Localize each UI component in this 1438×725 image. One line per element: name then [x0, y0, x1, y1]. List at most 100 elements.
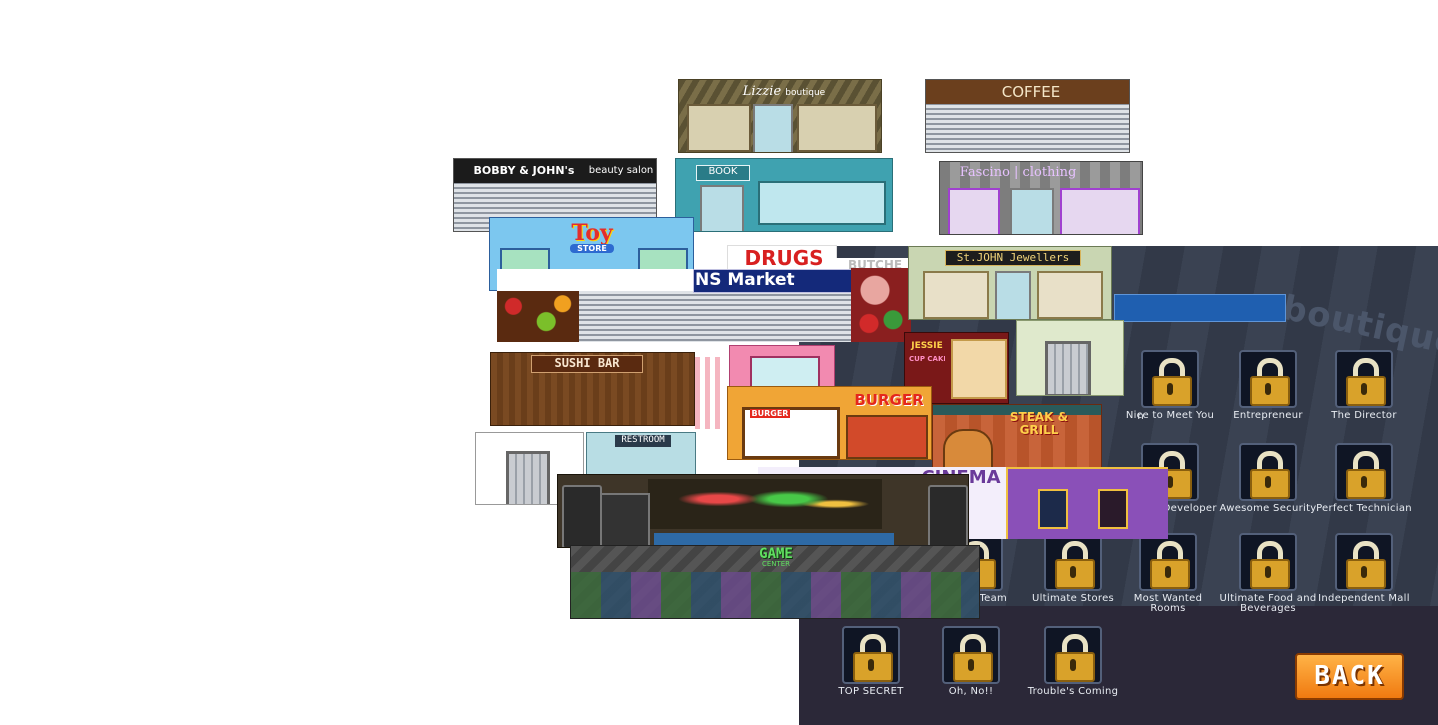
- achievement-label: TOP SECRET: [838, 686, 904, 697]
- shop-door: [995, 271, 1031, 319]
- lock-icon: [1239, 533, 1297, 591]
- shop-window: [948, 188, 1000, 234]
- shop-window: [846, 415, 928, 459]
- achievement-most-wanted-rooms[interactable]: Most Wanted Rooms: [1118, 533, 1218, 614]
- achievement-label: Entrepreneur: [1233, 410, 1303, 421]
- shop-window: [687, 104, 751, 152]
- store-sign-sub: STORE: [570, 244, 614, 253]
- shop-door: [943, 429, 993, 467]
- store-sign-sub: beauty salon: [588, 165, 654, 176]
- speaker-icon: [600, 493, 650, 547]
- achievement-ultimate-food[interactable]: Ultimate Food and Beverages: [1218, 533, 1318, 614]
- achievement-label: Awesome Security: [1219, 503, 1317, 514]
- achievement-perfect-technician[interactable]: Perfect Technician: [1314, 443, 1414, 514]
- store-sign: BOOK: [696, 165, 750, 181]
- store-sign: BURGER: [854, 391, 924, 409]
- lock-icon: [1335, 350, 1393, 408]
- lock-icon: [1335, 533, 1393, 591]
- fruit-display: [497, 291, 579, 342]
- shop-window: [758, 181, 886, 225]
- shop-window: [1060, 188, 1140, 234]
- achievement-independent-mall[interactable]: Independent Mall: [1314, 533, 1414, 604]
- achievement-label: Perfect Technician: [1316, 503, 1412, 514]
- store-sign-sub: CUP CAKES: [909, 355, 945, 363]
- shop-window: [951, 339, 1007, 399]
- lock-icon: [1141, 350, 1199, 408]
- coffee-store[interactable]: COFFEE: [925, 79, 1130, 153]
- achievement-label: Ultimate Food and Beverages: [1219, 593, 1317, 614]
- candy-store[interactable]: [729, 345, 835, 387]
- fascino-clothing-store[interactable]: Fascino | clothing: [939, 161, 1143, 235]
- ice-cream-store[interactable]: [695, 357, 725, 429]
- store-sign: Fascino | clothing: [959, 165, 1077, 180]
- menu-board: BURGER: [750, 409, 790, 418]
- achievement-label: Independent Mall: [1318, 593, 1410, 604]
- back-button[interactable]: BACK: [1295, 653, 1404, 700]
- achievement-troubles-coming[interactable]: Trouble's Coming: [1023, 626, 1123, 697]
- shop-window: [797, 104, 877, 152]
- game-center[interactable]: GAME CENTER: [570, 545, 980, 619]
- achievement-oh-no[interactable]: Oh, No!!: [921, 626, 1021, 697]
- store-sign: Lizzie: [742, 84, 782, 99]
- shop-door: [1010, 188, 1054, 234]
- lock-icon: [1335, 443, 1393, 501]
- store-sign-sub: boutique: [785, 88, 826, 98]
- achievement-awesome-security[interactable]: Awesome Security: [1218, 443, 1318, 514]
- achievement-nice-to-meet-you[interactable]: Nice to Meet You: [1120, 350, 1220, 421]
- stage-lights: [648, 479, 882, 529]
- st-john-jewellers[interactable]: St.JOHN Jewellers: [908, 246, 1112, 320]
- speaker-icon: [928, 485, 968, 547]
- store-sign: NS Market: [695, 270, 795, 290]
- movie-poster: [1098, 489, 1128, 529]
- progress-bar: [1114, 294, 1286, 322]
- achievement-label: Trouble's Coming: [1027, 686, 1119, 697]
- shop-window: [750, 356, 820, 386]
- achievement-label: Most Wanted Rooms: [1133, 593, 1203, 614]
- achievement-label: Oh, No!!: [948, 686, 994, 697]
- lock-icon: [1044, 626, 1102, 684]
- lock-icon: [942, 626, 1000, 684]
- achievement-label: Ultimate Stores: [1031, 593, 1115, 604]
- market-shutter: [579, 291, 852, 342]
- store-sign: DRUGS: [744, 246, 824, 270]
- elevator-tile[interactable]: [1016, 320, 1124, 396]
- lizzie-boutique-store[interactable]: Lizzie boutique: [678, 79, 882, 153]
- sushi-bar[interactable]: SUSHI BAR: [490, 352, 695, 426]
- lock-icon: [1239, 443, 1297, 501]
- speaker-icon: [562, 485, 602, 547]
- achievement-entrepreneur[interactable]: Entrepreneur: [1218, 350, 1318, 421]
- ns-market-store[interactable]: NS Market: [497, 269, 852, 342]
- shop-door: [700, 185, 744, 231]
- store-sign: STEAK & GRILL: [1009, 411, 1069, 437]
- movie-poster: [1038, 489, 1068, 529]
- butcher-meat-display: [851, 268, 911, 342]
- store-sign: JESSIE: [911, 341, 943, 351]
- store-sign: BOBBY & JOHN's: [473, 164, 575, 177]
- achievement-the-director[interactable]: The Director: [1314, 350, 1414, 421]
- lock-icon: [842, 626, 900, 684]
- achievement-label: The Director: [1331, 410, 1397, 421]
- lock-icon: [1044, 533, 1102, 591]
- shop-window: [1037, 271, 1103, 319]
- achievement-top-secret[interactable]: TOP SECRET: [821, 626, 921, 697]
- steak-grill[interactable]: STEAK & GRILL: [932, 404, 1102, 468]
- concert-stage[interactable]: [557, 474, 969, 548]
- elevator-icon: [506, 451, 550, 504]
- store-sign: RESTROOM: [615, 435, 671, 447]
- store-sign-sub: CENTER: [761, 560, 791, 568]
- lock-icon: [1139, 533, 1197, 591]
- shop-window: [923, 271, 989, 319]
- store-sign: COFFEE: [1001, 83, 1061, 101]
- burger-store[interactable]: BURGER BURGER: [727, 386, 932, 460]
- restroom[interactable]: RESTROOM: [586, 432, 696, 476]
- achievement-ultimate-stores[interactable]: Ultimate Stores: [1023, 533, 1123, 604]
- arcade-machines: [571, 572, 979, 618]
- lock-icon: [1239, 350, 1297, 408]
- store-sign: Toy: [571, 220, 613, 246]
- shop-door: [753, 104, 793, 152]
- elevator-icon: [1045, 341, 1091, 395]
- book-store[interactable]: BOOK: [675, 158, 893, 232]
- store-sign: SUSHI BAR: [531, 355, 643, 373]
- store-sign: St.JOHN Jewellers: [945, 250, 1081, 266]
- achievement-label: Nice to Meet You: [1125, 410, 1215, 421]
